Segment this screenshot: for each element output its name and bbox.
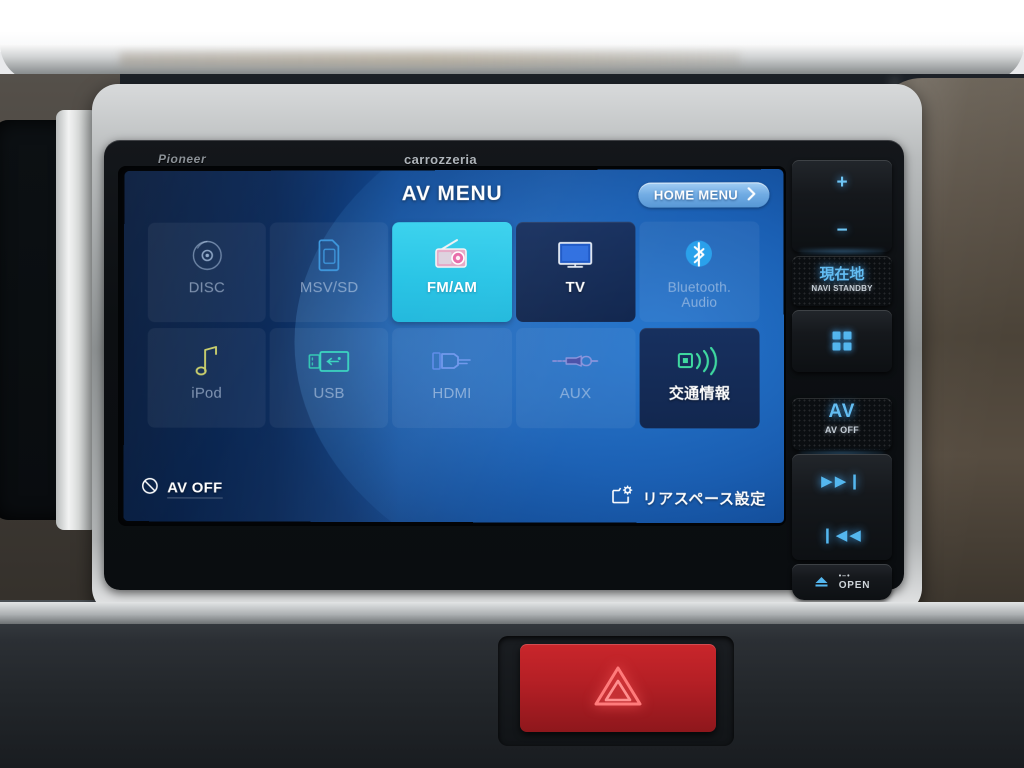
- menu-tile-usb[interactable]: USB: [269, 328, 389, 428]
- av-source-grid: DISC MSV/SD FM/AM TV Bluetooth. Audio iP…: [147, 221, 760, 429]
- eject-open-button[interactable]: •–• OPEN: [792, 564, 892, 600]
- broadcast-icon: [676, 340, 722, 382]
- menu-tile-label: AUX: [559, 385, 592, 403]
- sd-card-icon: [316, 234, 342, 276]
- menu-tile-label: DISC: [188, 279, 225, 297]
- menu-tile-label: MSV/SD: [299, 279, 359, 297]
- hardware-button-column: + − 現在地 NAVI STANDBY AV AV OFF ▶▶❙ ❙◀◀ •…: [792, 160, 896, 600]
- navi-current-location-button[interactable]: 現在地 NAVI STANDBY: [792, 256, 892, 306]
- menu-tile-aux[interactable]: AUX: [515, 327, 636, 429]
- menu-tile-label: iPod: [191, 384, 222, 402]
- volume-up-label: +: [836, 172, 848, 193]
- track-skip-button[interactable]: ▶▶❙ ❙◀◀: [792, 454, 892, 560]
- chevron-right-icon: [747, 187, 756, 202]
- screen-gear-icon: [611, 486, 633, 511]
- menu-tile-disc[interactable]: DISC: [147, 222, 267, 323]
- button-glow: [800, 250, 884, 253]
- menu-grid-button[interactable]: [792, 310, 892, 372]
- menu-tile-label: 交通情報: [668, 385, 731, 403]
- menu-tile-fm-am[interactable]: FM/AM: [392, 221, 512, 323]
- lcd-screen[interactable]: AV MENU HOME MENU DISC MSV/SD FM/AM TV B…: [123, 169, 785, 524]
- bluetooth-icon: [683, 234, 715, 276]
- hdmi-icon: [430, 340, 474, 382]
- hazard-triangle-icon: [592, 664, 644, 713]
- menu-tile-label: TV: [565, 278, 586, 296]
- menu-tile-tv[interactable]: TV: [515, 221, 636, 322]
- usb-icon: [307, 340, 351, 382]
- music-note-icon: [193, 340, 221, 382]
- aux-jack-icon: [551, 340, 599, 382]
- av-source-button[interactable]: AV AV OFF: [792, 398, 892, 450]
- lcd-screen-bezel: AV MENU HOME MENU DISC MSV/SD FM/AM TV B…: [118, 166, 786, 526]
- av-off-button[interactable]: AV OFF: [141, 477, 223, 499]
- volume-rocker-button[interactable]: + −: [792, 160, 892, 252]
- home-menu-button[interactable]: HOME MENU: [638, 182, 770, 208]
- rear-space-settings-button[interactable]: リアスペース設定: [611, 486, 766, 512]
- navi-sublabel: NAVI STANDBY: [811, 284, 873, 293]
- menu-tile-traffic-info[interactable]: 交通情報: [639, 327, 760, 429]
- av-button-label: AV: [828, 401, 856, 422]
- rear-space-label: リアスペース設定: [642, 490, 766, 509]
- menu-tile-msv-sd[interactable]: MSV/SD: [269, 222, 389, 323]
- open-text: OPEN: [838, 580, 871, 591]
- screen-header: AV MENU HOME MENU: [124, 177, 783, 213]
- menu-tile-ipod[interactable]: iPod: [147, 328, 266, 428]
- navi-label: 現在地: [819, 266, 865, 283]
- menu-tile-label: FM/AM: [426, 279, 478, 297]
- menu-tile-hdmi[interactable]: HDMI: [392, 327, 512, 429]
- pioneer-logo: Pioneer: [158, 152, 207, 166]
- prev-track-icon[interactable]: ❙◀◀: [792, 526, 892, 544]
- car-dashboard-scene: Pioneer carrozzeria AV MENU HOME MENU DI…: [0, 0, 1024, 768]
- volume-down-label: −: [836, 220, 848, 241]
- open-button-label: •–• OPEN: [838, 573, 871, 591]
- carrozzeria-logo: carrozzeria: [404, 152, 478, 167]
- next-track-icon[interactable]: ▶▶❙: [792, 472, 892, 490]
- grid-four-squares-icon: [832, 331, 852, 351]
- menu-tile-label: Bluetooth. Audio: [667, 279, 731, 310]
- home-menu-label: HOME MENU: [653, 187, 739, 203]
- radio-icon: [431, 234, 473, 276]
- menu-tile-label: USB: [313, 384, 345, 402]
- tv-icon: [555, 234, 595, 276]
- menu-tile-label: HDMI: [432, 384, 472, 403]
- av-button-sublabel: AV OFF: [824, 425, 860, 435]
- eject-icon: [814, 575, 829, 590]
- av-off-label: AV OFF: [167, 478, 223, 499]
- crossed-circle-icon: [141, 477, 158, 499]
- hazard-lights-button[interactable]: [520, 644, 716, 732]
- menu-tile-bluetooth-audio[interactable]: Bluetooth. Audio: [639, 221, 760, 322]
- disc-icon: [190, 235, 224, 277]
